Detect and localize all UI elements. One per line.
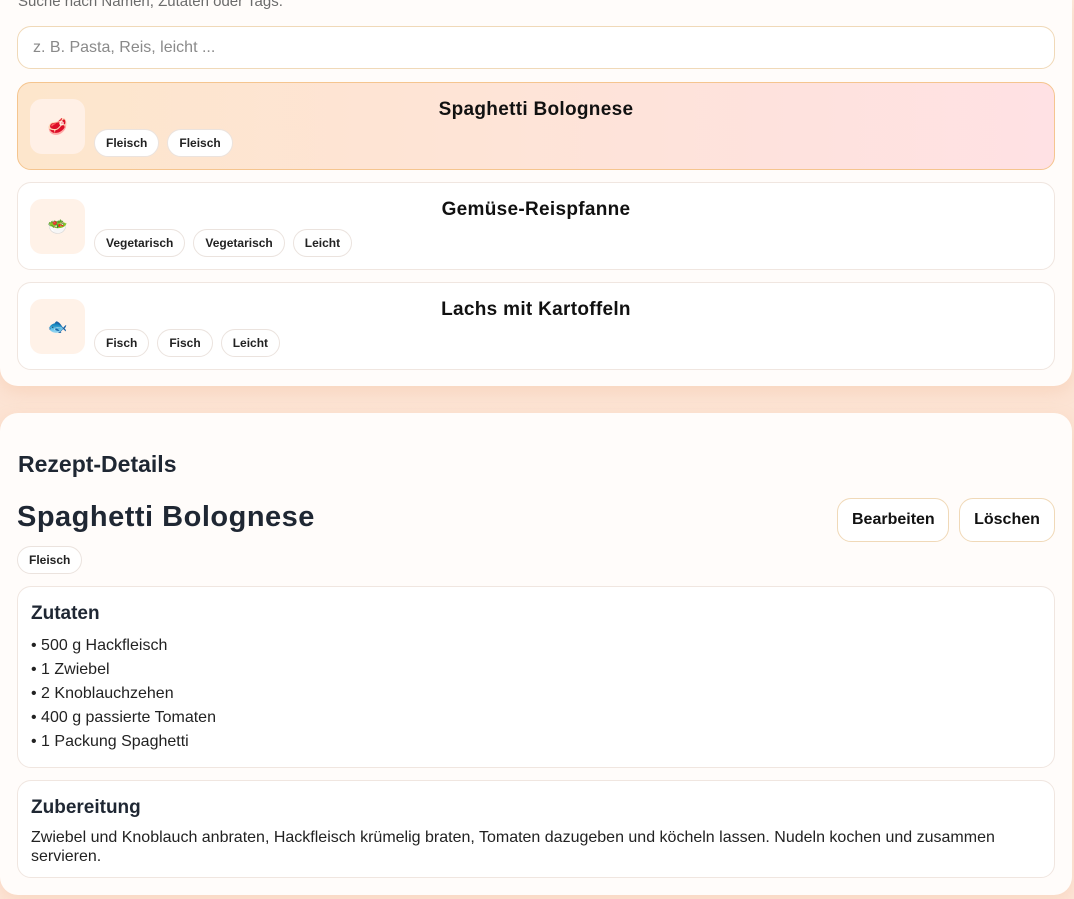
list-item: • 500 g Hackfleisch bbox=[31, 637, 168, 654]
search-hint: Suche nach Namen, Zutaten oder Tags. bbox=[18, 0, 283, 10]
section-heading: Rezept-Details bbox=[18, 451, 177, 477]
recipe-detail-title: Spaghetti Bolognese bbox=[17, 501, 315, 533]
preparation-section: Zubereitung Zwiebel und Knoblauch anbrat… bbox=[17, 780, 1055, 878]
tag: Fisch bbox=[157, 329, 213, 357]
recipe-item-spaghetti-bolognese[interactable]: 🥩 Spaghetti Bolognese Fleisch Fleisch bbox=[17, 82, 1055, 170]
list-item: • 1 Zwiebel bbox=[31, 661, 110, 678]
ingredients-list: • 500 g Hackfleisch • 1 Zwiebel • 2 Knob… bbox=[31, 634, 216, 754]
tag: Vegetarisch bbox=[94, 229, 186, 257]
edit-button[interactable]: Bearbeiten bbox=[837, 498, 949, 542]
preparation-text: Zwiebel und Knoblauch anbraten, Hackflei… bbox=[31, 829, 995, 865]
recipe-title: Spaghetti Bolognese bbox=[438, 99, 634, 120]
recipe-item-lachs-mit-kartoffeln[interactable]: 🐟 Lachs mit Kartoffeln Fisch Fisch Leich… bbox=[17, 282, 1055, 370]
search-input[interactable] bbox=[17, 26, 1055, 69]
recipe-item-gemuese-reispfanne[interactable]: 🥗 Gemüse-Reispfanne Vegetarisch Vegetari… bbox=[17, 182, 1055, 270]
recipe-list-card: Suche nach Namen, Zutaten oder Tags. 🥩 S… bbox=[0, 0, 1072, 386]
tag: Fleisch bbox=[94, 129, 160, 157]
recipe-detail-card: Rezept-Details Spaghetti Bolognese Bearb… bbox=[0, 413, 1072, 895]
recipe-title: Lachs mit Kartoffeln bbox=[441, 299, 631, 320]
recipe-tags: Vegetarisch Vegetarisch Leicht bbox=[94, 229, 353, 257]
ingredients-section: Zutaten • 500 g Hackfleisch • 1 Zwiebel … bbox=[17, 586, 1055, 768]
tag: Leicht bbox=[220, 329, 281, 357]
detail-tag: Fleisch bbox=[17, 546, 83, 574]
recipe-title: Gemüse-Reispfanne bbox=[441, 199, 631, 220]
list-item: • 400 g passierte Tomaten bbox=[31, 709, 216, 726]
preparation-title: Zubereitung bbox=[31, 797, 141, 818]
ingredients-title: Zutaten bbox=[31, 603, 100, 624]
tag: Leicht bbox=[292, 229, 353, 257]
list-item: • 1 Packung Spaghetti bbox=[31, 733, 189, 750]
tag: Fleisch bbox=[167, 129, 233, 157]
recipe-tags: Fisch Fisch Leicht bbox=[94, 329, 281, 357]
list-item: • 2 Knoblauchzehen bbox=[31, 685, 174, 702]
recipe-tags: Fleisch Fleisch bbox=[94, 129, 233, 157]
tag: Fisch bbox=[94, 329, 150, 357]
delete-button[interactable]: Löschen bbox=[959, 498, 1055, 542]
tag: Vegetarisch bbox=[193, 229, 285, 257]
